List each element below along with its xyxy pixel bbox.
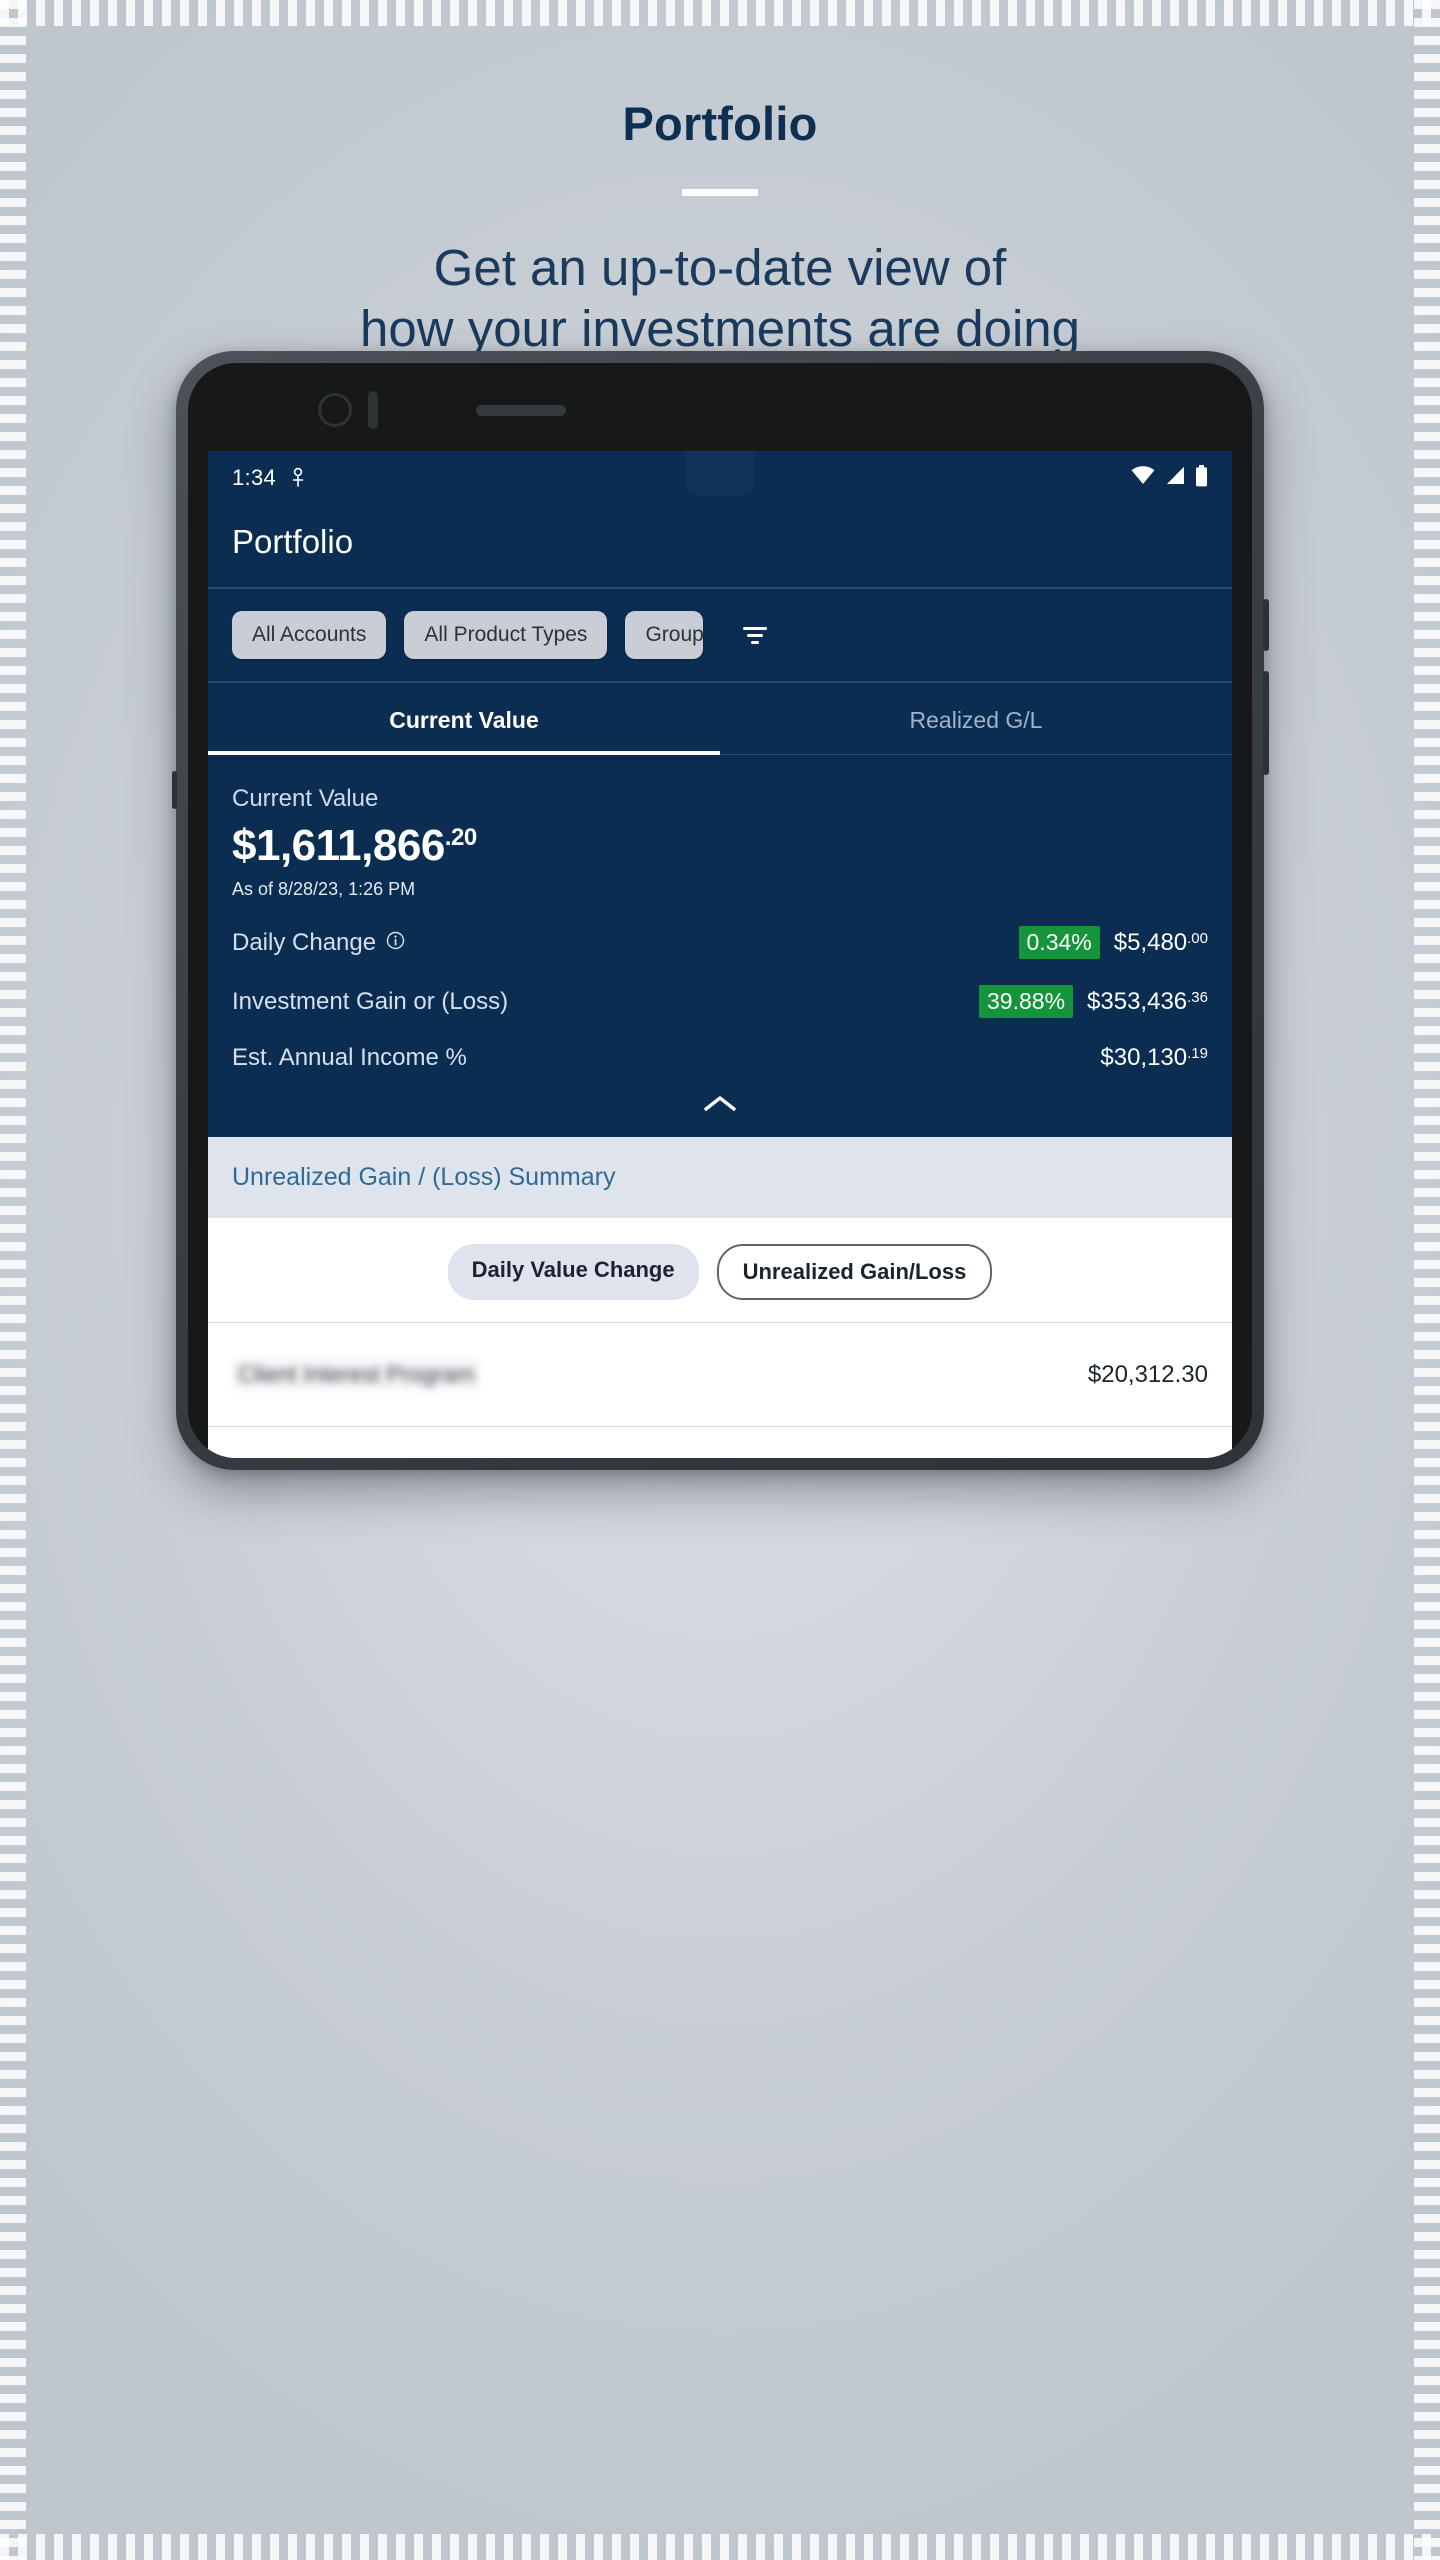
phone-power-button [1263,599,1269,651]
metric-amount-cents: .19 [1187,1045,1208,1062]
promo-subtitle: Get an up-to-date view of how your inves… [0,238,1440,359]
toggle-daily-value-change[interactable]: Daily Value Change [447,1244,699,1300]
status-badge: 39.88% [979,985,1074,1018]
app-title: Portfolio [232,523,354,560]
value-mode-toggle-group: Daily Value Change Unrealized Gain/Loss [208,1218,1232,1322]
metric-amount-cents: .00 [1187,929,1208,947]
metric-label: Investment Gain or (Loss) [232,988,508,1016]
summary-value: $1,611,866 .20 [232,821,1208,871]
table-row[interactable]: Client Interest Program $20,312.30 [208,1322,1232,1426]
metric-amount: $353,436 .36 [1087,988,1208,1016]
metric-row-daily-change: Daily Change 0.34% $5,480 .00 [232,926,1208,959]
metric-row-est-annual-income: Est. Annual Income % $30,130 .19 [232,1044,1208,1072]
metric-values: 0.34% $5,480 .00 [1018,926,1208,959]
chip-all-accounts[interactable]: All Accounts [232,611,387,659]
metric-amount-cents: .36 [1187,988,1208,1006]
filter-icon[interactable] [735,615,775,655]
metric-label-text: Est. Annual Income % [232,1044,467,1071]
toggle-unrealized-gain-loss[interactable]: Unrealized Gain/Loss [716,1244,993,1300]
portfolio-tabs: Current Value Realized G/L [208,683,1232,755]
phone-mockup: 1:34 Portfolio All Accounts All Product … [172,351,1269,1470]
chip-all-product-types[interactable]: All Product Types [404,611,608,659]
metric-values: 39.88% $353,436 .36 [979,985,1208,1018]
chevron-up-icon [703,1094,737,1119]
metric-label-text: Daily Change [232,928,377,956]
camera-icon [318,393,352,427]
battery-icon [1195,464,1208,492]
summary-as-of: As of 8/28/23, 1:26 PM [232,879,416,899]
app-viewport: 1:34 Portfolio All Accounts All Product … [208,451,1232,1458]
metric-amount-main: $353,436 [1087,987,1188,1015]
holding-amount: $20,312.30 [1087,1360,1208,1388]
collapse-summary-button[interactable] [232,1072,1208,1137]
metric-amount-main: $30,130 [1100,1044,1188,1071]
page-title: Portfolio [622,97,818,150]
promo-subtitle-line-1: Get an up-to-date view of [433,239,1007,296]
chip-group-by[interactable]: Group By [625,611,704,659]
metric-label: Daily Change [232,929,405,957]
metric-label-text: Investment Gain or (Loss) [232,987,509,1015]
torn-edge-top [0,0,1440,26]
summary-value-cents: .20 [444,824,477,851]
metric-values: $30,130 .19 [1100,1044,1208,1072]
tab-current-value[interactable]: Current Value [208,683,720,755]
phone-volume-button [1263,671,1269,775]
sensor-icon [368,391,378,429]
body-sensor-icon [290,467,306,489]
status-time: 1:34 [232,465,277,490]
app-header: Portfolio [208,505,1232,589]
info-icon[interactable] [386,929,405,957]
filter-chips-row: All Accounts All Product Types Group By [208,589,1232,683]
metric-amount: $30,130 .19 [1100,1044,1208,1072]
phone-side-nub [172,771,177,809]
metric-amount: $5,480 .00 [1114,929,1208,957]
summary-label: Current Value [232,785,379,812]
earpiece-speaker [476,405,566,416]
torn-edge-bottom [0,2534,1440,2560]
summary-value-main: $1,611,866 [232,821,445,870]
status-badge: 0.34% [1018,926,1100,959]
tab-realized-gl[interactable]: Realized G/L [720,683,1232,754]
metric-row-investment-gain-loss: Investment Gain or (Loss) 39.88% $353,43… [232,985,1208,1018]
value-summary-panel: Current Value $1,611,866 .20 As of 8/28/… [208,755,1232,1137]
title-divider [682,189,758,196]
metric-label: Est. Annual Income % [232,1044,467,1072]
metric-amount-main: $5,480 [1113,928,1188,956]
status-bar: 1:34 [208,451,1232,505]
torn-edge-left [0,0,26,2560]
section-band-title: Unrealized Gain / (Loss) Summary [208,1137,1232,1218]
cellular-signal-icon [1164,466,1186,490]
holding-name: Client Interest Program [232,1359,481,1390]
notch-shadow [685,451,755,495]
promo-copy: Portfolio Get an up-to-date view of how … [0,0,1440,359]
torn-edge-right [1414,0,1440,2560]
holdings-section: Daily Value Change Unrealized Gain/Loss … [208,1218,1232,1458]
status-icons [1131,464,1208,492]
wifi-icon [1131,466,1155,490]
phone-screen: 1:34 Portfolio All Accounts All Product … [188,363,1252,1458]
table-row[interactable]: Raymond James Bank Deposit Program $30,6… [208,1426,1232,1458]
